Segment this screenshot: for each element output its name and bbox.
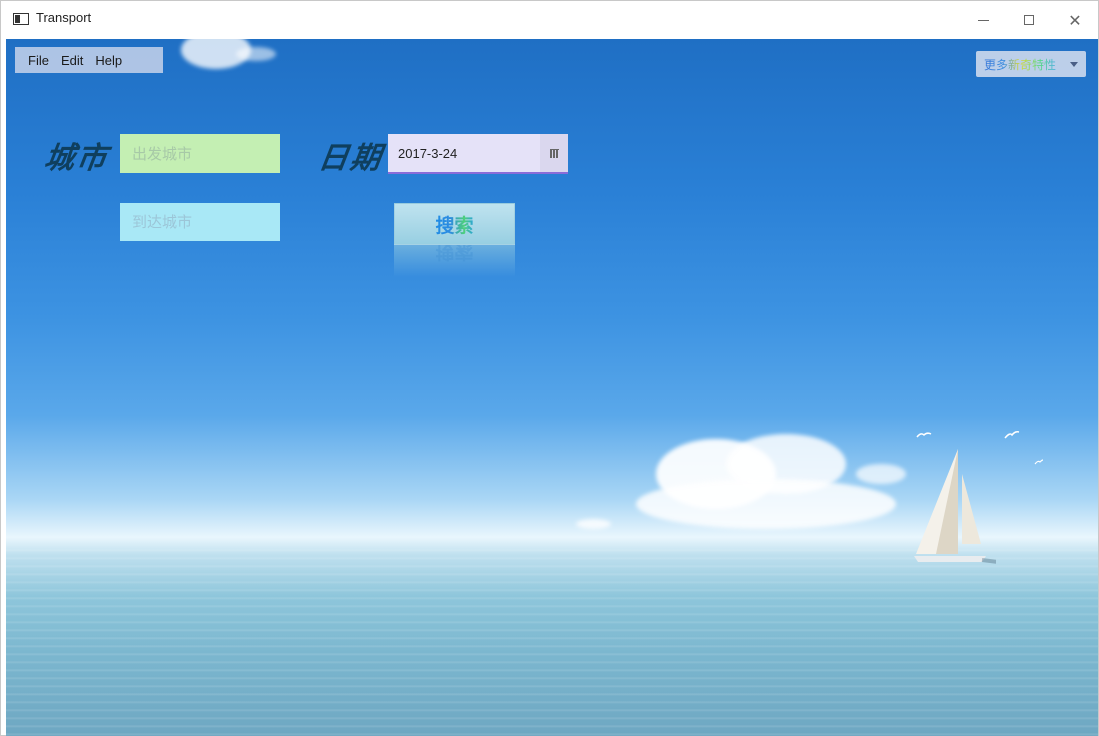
departure-city-input[interactable]: [120, 134, 280, 173]
menu-help[interactable]: Help: [91, 53, 130, 68]
maximize-icon: [1024, 15, 1034, 25]
window-title: Transport: [36, 10, 92, 25]
seagull-icon-3: [1034, 459, 1044, 465]
cloud-side: [856, 464, 906, 484]
seagull-icon: [916, 432, 932, 438]
search-reflection-text: 搜索: [435, 245, 474, 262]
cloud-small: [576, 519, 611, 529]
cloud-main-3: [636, 479, 896, 529]
more-features-label: 更多新奇特性: [976, 56, 1056, 73]
minimize-icon: [977, 19, 989, 21]
arrival-city-input[interactable]: [120, 203, 280, 241]
close-icon: ✕: [1068, 10, 1082, 30]
city-label: 城市: [42, 141, 111, 176]
menu-file[interactable]: File: [15, 53, 57, 68]
search-button-reflection: 搜索: [394, 245, 515, 277]
calendar-icon: [549, 148, 559, 158]
calendar-button[interactable]: [540, 134, 568, 172]
date-value[interactable]: 2017-3-24: [388, 146, 540, 161]
dropdown-caret-icon: [1070, 62, 1078, 67]
date-picker[interactable]: 2017-3-24: [388, 134, 568, 174]
sea-texture: [6, 544, 1098, 736]
maximize-button[interactable]: [1006, 1, 1052, 39]
title-bar[interactable]: Transport ✕: [1, 1, 1098, 39]
seagull-icon-2: [1004, 431, 1020, 439]
menu-bar: File Edit Help: [15, 47, 163, 73]
close-button[interactable]: ✕: [1052, 1, 1098, 39]
background-scene: File Edit Help 更多新奇特性 城市 日期 2017-3-24 搜索…: [6, 39, 1098, 736]
cloud-top-tail: [236, 47, 276, 61]
sailboat-icon: [914, 449, 996, 564]
date-label: 日期: [316, 141, 385, 176]
search-button[interactable]: 搜索: [394, 203, 515, 245]
minimize-button[interactable]: [960, 1, 1006, 39]
app-window-icon: [13, 13, 29, 25]
search-button-label: 搜索: [435, 211, 473, 238]
app-window: Transport ✕ File Edit Help 更多新奇特性 城市 日期 …: [0, 0, 1099, 736]
menu-edit[interactable]: Edit: [57, 53, 91, 68]
more-features-dropdown[interactable]: 更多新奇特性: [976, 51, 1086, 77]
